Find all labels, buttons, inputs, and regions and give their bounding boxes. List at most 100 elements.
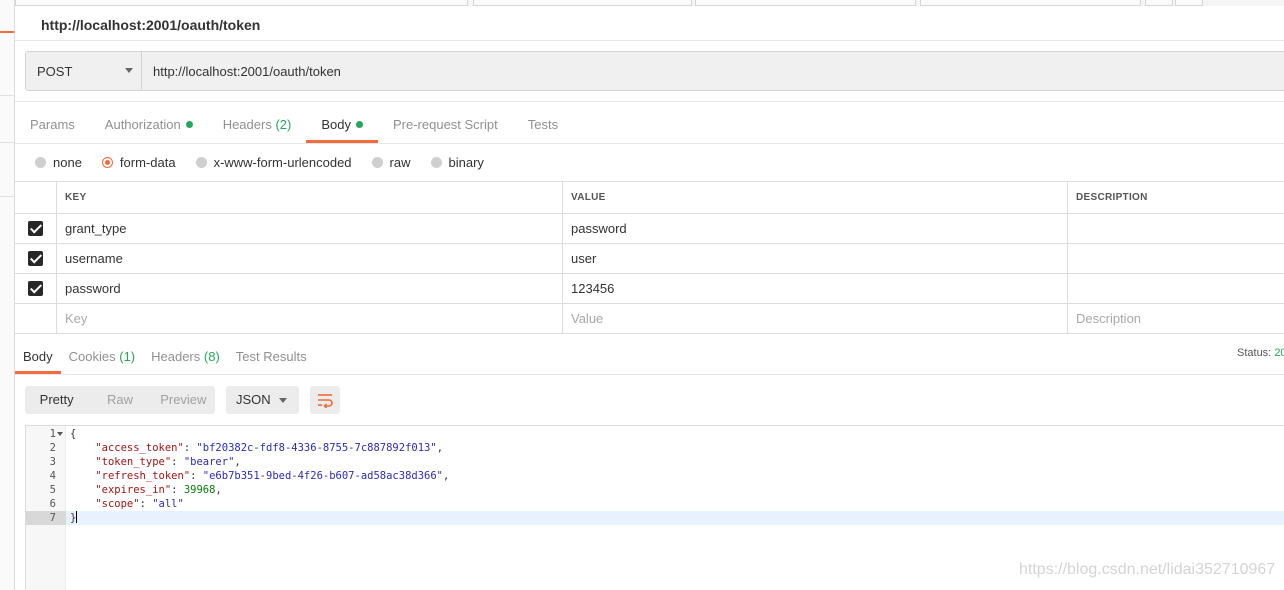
- radio-form-data[interactable]: form-data: [101, 154, 176, 170]
- line-number: 1: [49, 428, 56, 440]
- tab-headers[interactable]: Headers (2): [208, 107, 307, 143]
- code-text: "scope": "all": [95, 498, 184, 510]
- json-punct: ,: [436, 442, 444, 454]
- url-bar: POST: [25, 51, 1284, 91]
- radio-label: none: [53, 154, 82, 170]
- description-placeholder[interactable]: Description: [1067, 304, 1284, 333]
- table-row: username user: [15, 244, 1284, 274]
- watermark: https://blog.csdn.net/lidai352710967: [1019, 561, 1276, 578]
- request-tab[interactable]: [15, 0, 468, 6]
- row-checkbox-cell: [15, 304, 56, 333]
- sidebar-accent: [0, 31, 14, 33]
- tab-menu-button[interactable]: [1175, 0, 1203, 6]
- tab-label: Headers: [151, 349, 201, 364]
- raw-button[interactable]: Raw: [88, 386, 151, 414]
- json-key: "expires_in": [95, 484, 172, 496]
- row-checkbox-cell: [15, 274, 56, 303]
- new-tab-button[interactable]: [1145, 0, 1173, 6]
- value-cell[interactable]: password: [562, 214, 1067, 243]
- tab-pre-request-script[interactable]: Pre-request Script: [378, 107, 513, 143]
- status-label: Status:: [1237, 347, 1272, 359]
- tab-label: Cookies: [68, 349, 116, 364]
- radio-off-icon: [35, 156, 46, 168]
- format-select[interactable]: JSON: [226, 386, 299, 414]
- preview-button[interactable]: Preview: [152, 386, 215, 414]
- radio-label: form-data: [119, 154, 176, 170]
- table-header-row: KEY VALUE DESCRIPTION: [15, 182, 1284, 214]
- tab-label: Body: [23, 349, 53, 364]
- view-mode-group: Pretty Raw Preview: [25, 386, 215, 414]
- request-tab[interactable]: [473, 0, 692, 6]
- code-text: }: [70, 511, 78, 525]
- radio-x-www-form-urlencoded[interactable]: x-www-form-urlencoded: [195, 154, 352, 170]
- key-cell[interactable]: username: [56, 244, 562, 273]
- fold-chevron-icon[interactable]: [57, 432, 63, 436]
- tab-tests[interactable]: Tests: [513, 107, 573, 143]
- description-cell[interactable]: [1067, 274, 1284, 303]
- json-number: 39968: [183, 484, 216, 496]
- line-number: 6: [49, 498, 56, 510]
- method-label: POST: [37, 63, 73, 79]
- radio-off-icon: [430, 156, 442, 168]
- json-string: "all": [152, 498, 184, 510]
- tab-cookies[interactable]: Cookies (1): [61, 340, 143, 374]
- status-dot-icon: [185, 121, 193, 128]
- method-select[interactable]: POST: [26, 52, 142, 90]
- status-code: 20: [1274, 347, 1284, 359]
- radio-none[interactable]: none: [35, 155, 82, 170]
- request-tab[interactable]: [920, 0, 1141, 6]
- wrap-lines-icon: [318, 394, 333, 408]
- tab-test-results[interactable]: Test Results: [228, 340, 315, 374]
- divider: [15, 40, 1284, 41]
- radio-label: binary: [448, 154, 484, 170]
- tab-label: Body: [321, 117, 351, 132]
- request-tab-strip: [15, 0, 1284, 6]
- checkbox-checked-icon[interactable]: [28, 281, 43, 296]
- tab-label: Params: [30, 117, 75, 132]
- request-tab[interactable]: [695, 0, 916, 6]
- url-input[interactable]: [143, 52, 1284, 90]
- radio-raw[interactable]: raw: [371, 155, 411, 170]
- chevron-down-icon: [125, 68, 133, 73]
- key-cell[interactable]: password: [56, 274, 562, 303]
- code-line: 2 "access_token": "bf20382c-fdf8-4336-87…: [26, 441, 1284, 455]
- checkbox-checked-icon[interactable]: [28, 221, 43, 236]
- tab-response-headers[interactable]: Headers (8): [143, 340, 228, 374]
- table-row: password 123456: [15, 274, 1284, 304]
- key-placeholder[interactable]: Key: [56, 304, 562, 333]
- radio-binary[interactable]: binary: [430, 154, 484, 170]
- tab-response-body[interactable]: Body: [15, 340, 61, 374]
- form-data-table: KEY VALUE DESCRIPTION grant_type passwor…: [15, 181, 1284, 334]
- key-cell[interactable]: grant_type: [56, 214, 562, 243]
- tab-params[interactable]: Params: [15, 107, 90, 143]
- code-line: 1 {: [26, 427, 1284, 441]
- json-string: "bearer": [183, 456, 235, 468]
- code-text: "refresh_token": "e6b7b351-9bed-4f26-b60…: [95, 470, 450, 482]
- code-line: 3 "token_type": "bearer",: [26, 455, 1284, 469]
- wrap-lines-button[interactable]: [310, 386, 340, 414]
- request-title: http://localhost:2001/oauth/token: [41, 17, 261, 33]
- radio-label: x-www-form-urlencoded: [213, 154, 352, 170]
- row-checkbox-cell: [15, 244, 56, 273]
- tab-body[interactable]: Body: [306, 107, 378, 143]
- value-cell[interactable]: 123456: [562, 274, 1067, 303]
- code-text: "token_type": "bearer",: [95, 456, 241, 468]
- json-key: "token_type": [95, 456, 172, 468]
- pretty-button[interactable]: Pretty: [25, 386, 88, 414]
- request-options-tabs: Params Authorization Headers (2) Body Pr…: [15, 107, 573, 143]
- value-cell[interactable]: user: [562, 244, 1067, 273]
- value-placeholder[interactable]: Value: [562, 304, 1067, 333]
- code-line: 6 "scope": "all": [26, 497, 1284, 511]
- body-type-radio-group: none form-data x-www-form-urlencoded raw…: [35, 152, 504, 172]
- tab-count: (2): [275, 117, 292, 132]
- table-row: grant_type password: [15, 214, 1284, 244]
- description-cell[interactable]: [1067, 214, 1284, 243]
- json-key: "refresh_token": [95, 470, 191, 482]
- checkbox-checked-icon[interactable]: [28, 251, 43, 266]
- divider: [15, 374, 1284, 375]
- description-cell[interactable]: [1067, 244, 1284, 273]
- tab-authorization[interactable]: Authorization: [90, 107, 208, 143]
- line-number: 3: [49, 456, 56, 468]
- line-number: 5: [49, 484, 56, 496]
- code-text: {: [70, 428, 77, 440]
